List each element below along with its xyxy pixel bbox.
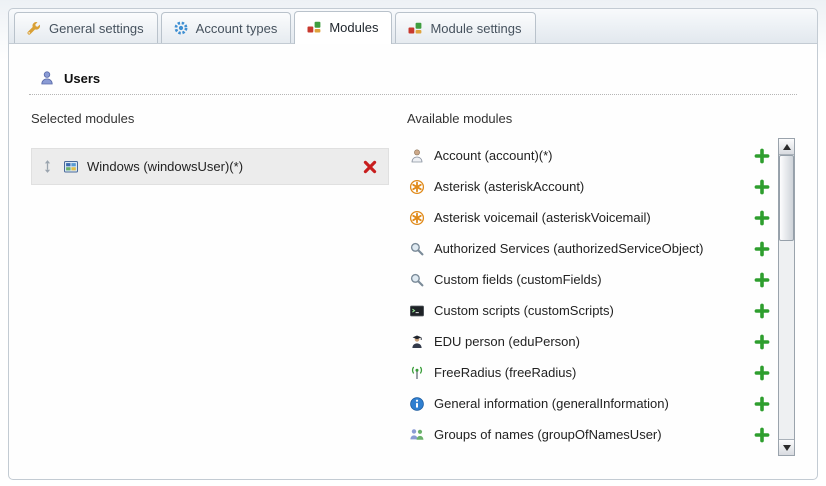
tab-module-settings[interactable]: Module settings <box>395 12 535 43</box>
module-label: Custom scripts (customScripts) <box>434 303 745 318</box>
terminal-icon <box>409 303 425 319</box>
tab-label: Modules <box>329 20 378 35</box>
selected-module-row[interactable]: Windows (windowsUser)(*) <box>31 148 389 185</box>
wrench-icon <box>26 20 42 36</box>
tab-label: Account types <box>196 21 278 36</box>
available-modules-list-wrap: Account (account)(*) Asterisk (asteriskA… <box>407 140 795 456</box>
info-icon <box>409 396 425 412</box>
triangle-up-icon <box>783 144 791 150</box>
gear-icon <box>173 20 189 36</box>
scrollbar[interactable] <box>778 138 795 456</box>
module-label: FreeRadius (freeRadius) <box>434 365 745 380</box>
module-label: Custom fields (customFields) <box>434 272 745 287</box>
available-module-row: EDU person (eduPerson) <box>407 326 770 357</box>
scroll-up-button[interactable] <box>779 139 794 155</box>
module-label: Asterisk voicemail (asteriskVoicemail) <box>434 210 745 225</box>
tab-label: General settings <box>49 21 144 36</box>
scroll-thumb[interactable] <box>779 155 794 241</box>
available-module-row: Authorized Services (authorizedServiceOb… <box>407 233 770 264</box>
group-icon <box>409 427 425 443</box>
module-label: Asterisk (asteriskAccount) <box>434 179 745 194</box>
module-columns: Selected modules Windows (windowsUser)(*… <box>29 111 797 456</box>
tab-general-settings[interactable]: General settings <box>14 12 158 43</box>
add-module-button[interactable] <box>754 396 770 412</box>
available-module-row: Custom fields (customFields) <box>407 264 770 295</box>
windows-icon <box>63 159 79 175</box>
module-label: Account (account)(*) <box>434 148 745 163</box>
available-module-row: Custom scripts (customScripts) <box>407 295 770 326</box>
lam-configuration-page: General settings Account types Modules M… <box>0 0 826 486</box>
triangle-down-icon <box>783 445 791 451</box>
module-label: EDU person (eduPerson) <box>434 334 745 349</box>
antenna-icon <box>409 365 425 381</box>
add-plus-icon <box>754 210 770 226</box>
scroll-track[interactable] <box>779 155 794 439</box>
settings-tabs-widget: General settings Account types Modules M… <box>8 8 818 480</box>
asterisk-voicemail-icon <box>409 210 425 226</box>
remove-module-button[interactable] <box>362 159 378 175</box>
drag-handle-icon[interactable] <box>40 159 55 174</box>
add-module-button[interactable] <box>754 365 770 381</box>
add-module-button[interactable] <box>754 427 770 443</box>
user-icon <box>39 70 55 86</box>
add-module-button[interactable] <box>754 334 770 350</box>
add-plus-icon <box>754 427 770 443</box>
delete-x-icon <box>362 159 378 175</box>
add-plus-icon <box>754 272 770 288</box>
users-section-header: Users <box>29 70 797 95</box>
modules-panel: Users Selected modules Windows (windowsU… <box>8 44 818 480</box>
available-module-row: General information (generalInformation) <box>407 388 770 419</box>
tab-bar: General settings Account types Modules M… <box>8 8 818 44</box>
add-module-button[interactable] <box>754 272 770 288</box>
asterisk-icon <box>409 179 425 195</box>
available-module-row: Account (account)(*) <box>407 140 770 171</box>
add-module-button[interactable] <box>754 303 770 319</box>
add-module-button[interactable] <box>754 210 770 226</box>
selected-modules-heading: Selected modules <box>31 111 389 126</box>
add-plus-icon <box>754 241 770 257</box>
search-icon <box>409 272 425 288</box>
add-plus-icon <box>754 148 770 164</box>
add-plus-icon <box>754 334 770 350</box>
available-module-row: FreeRadius (freeRadius) <box>407 357 770 388</box>
account-icon <box>409 148 425 164</box>
add-module-button[interactable] <box>754 179 770 195</box>
tab-modules[interactable]: Modules <box>294 11 392 44</box>
available-modules-column: Available modules Account (account)(*) <box>407 111 795 456</box>
search-icon <box>409 241 425 257</box>
add-plus-icon <box>754 396 770 412</box>
add-plus-icon <box>754 303 770 319</box>
available-module-row: Asterisk voicemail (asteriskVoicemail) <box>407 202 770 233</box>
module-label: Authorized Services (authorizedServiceOb… <box>434 241 745 256</box>
add-module-button[interactable] <box>754 148 770 164</box>
available-module-row: Groups of names (groupOfNamesUser) <box>407 419 770 450</box>
module-label: Groups of names (groupOfNamesUser) <box>434 427 745 442</box>
available-module-row: Asterisk (asteriskAccount) <box>407 171 770 202</box>
tab-label: Module settings <box>430 21 521 36</box>
module-settings-icon <box>407 20 423 36</box>
tab-account-types[interactable]: Account types <box>161 12 292 43</box>
available-modules-heading: Available modules <box>407 111 795 126</box>
module-label: General information (generalInformation) <box>434 396 745 411</box>
selected-modules-column: Selected modules Windows (windowsUser)(*… <box>31 111 389 456</box>
graduate-person-icon <box>409 334 425 350</box>
section-title: Users <box>64 71 100 86</box>
add-plus-icon <box>754 179 770 195</box>
add-plus-icon <box>754 365 770 381</box>
selected-module-label: Windows (windowsUser)(*) <box>87 159 354 174</box>
available-modules-list: Account (account)(*) Asterisk (asteriskA… <box>407 140 770 456</box>
add-module-button[interactable] <box>754 241 770 257</box>
scroll-down-button[interactable] <box>779 439 794 455</box>
modules-icon <box>306 19 322 35</box>
